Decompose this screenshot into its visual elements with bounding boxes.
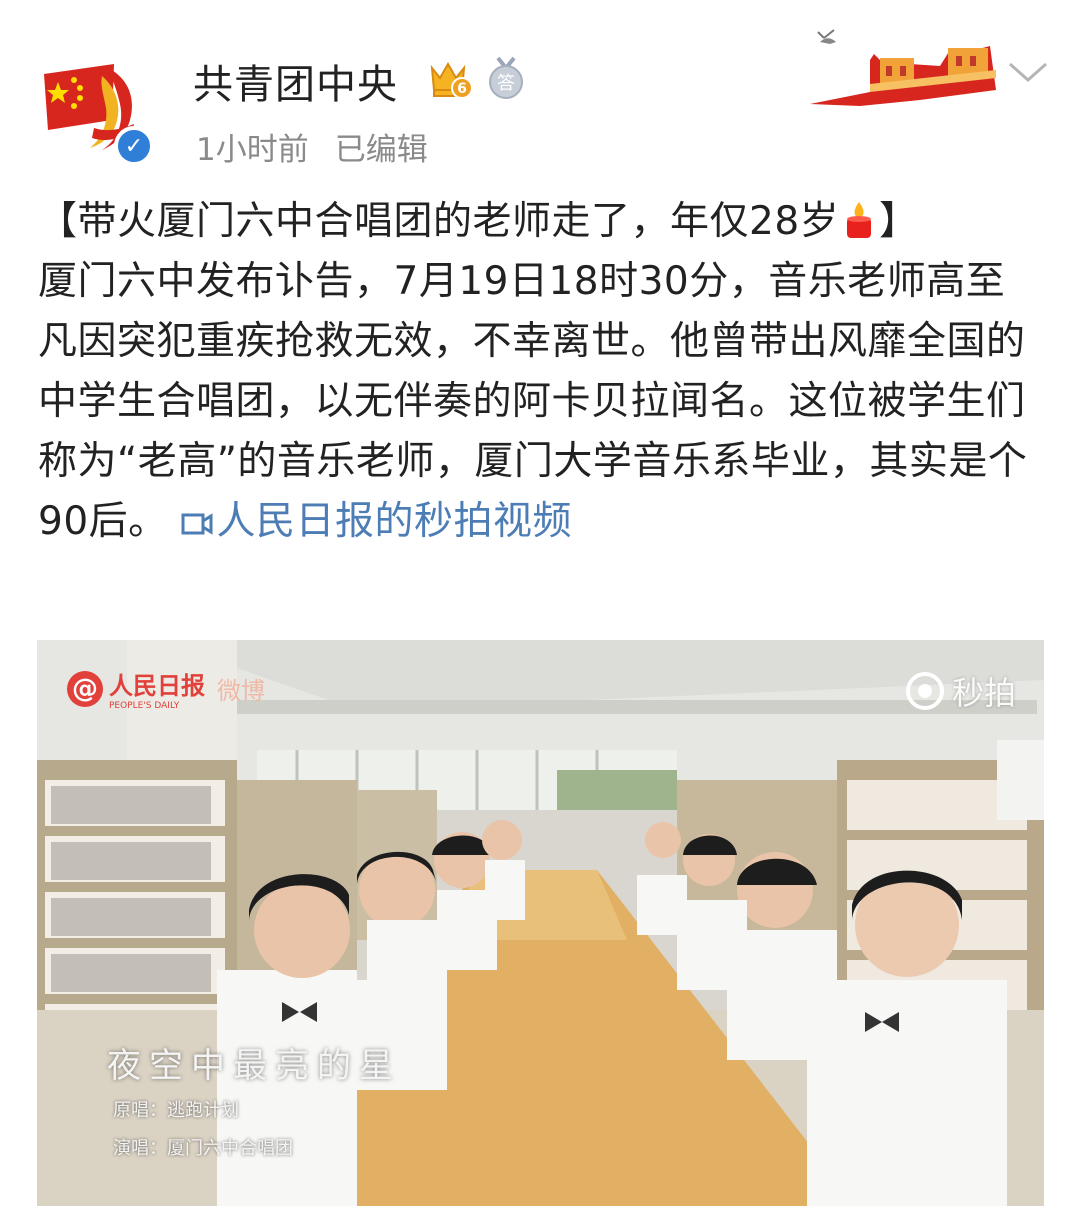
candle-emoji-icon [847, 202, 872, 238]
watermark-brand: 人民日报 [109, 672, 205, 700]
author-name[interactable]: 共青团中央 [193, 52, 398, 110]
verified-icon: ✓ [114, 126, 154, 166]
video-link-label: 人民日报的秒拍视频 [216, 499, 573, 544]
video-link[interactable]: 人民日报的秒拍视频 [181, 499, 573, 544]
miaopai-eye-icon [905, 672, 944, 710]
answer-badge-label: 答 [497, 73, 515, 94]
original-singer: 原唱：逃跑计划 [113, 1100, 239, 1121]
performer: 演唱：厦门六中合唱团 [113, 1138, 293, 1159]
post-text: 【带火厦门六中合唱团的老师走了，年仅28岁】 厦门六中发布讣告，7月19日18时… [38, 192, 1042, 552]
post-title-end: 】 [879, 199, 919, 244]
post-time: 1小时前 [196, 132, 309, 168]
at-icon: @ [67, 670, 103, 707]
song-title: 夜空中最亮的星 [107, 1046, 401, 1086]
miaopai-watermark: 秒拍 [905, 668, 1016, 714]
watermark-weibo: 微博 [217, 677, 265, 705]
video-camera-icon [181, 513, 213, 535]
answer-badge-icon[interactable]: 答 [486, 56, 526, 100]
edited-label[interactable]: 已编辑 [335, 132, 428, 168]
post-title: 【带火厦门六中合唱团的老师走了，年仅28岁 [38, 199, 840, 244]
people-daily-watermark: @ 人民日报 PEOPLE'S DAILY 微博 [67, 666, 265, 711]
crown-badge-icon[interactable]: 6 [428, 58, 474, 100]
crown-level: 6 [457, 81, 467, 97]
video-player[interactable]: @ 人民日报 PEOPLE'S DAILY 微博 秒拍 夜空中最亮的星 原唱：逃… [37, 640, 1044, 1206]
chevron-down-icon[interactable] [1006, 58, 1050, 86]
watermark-brand-en: PEOPLE'S DAILY [109, 701, 180, 711]
great-wall-decoration [800, 20, 1000, 112]
watermark-player: 秒拍 [951, 674, 1016, 712]
post-meta: 1小时前 已编辑 [196, 124, 454, 169]
